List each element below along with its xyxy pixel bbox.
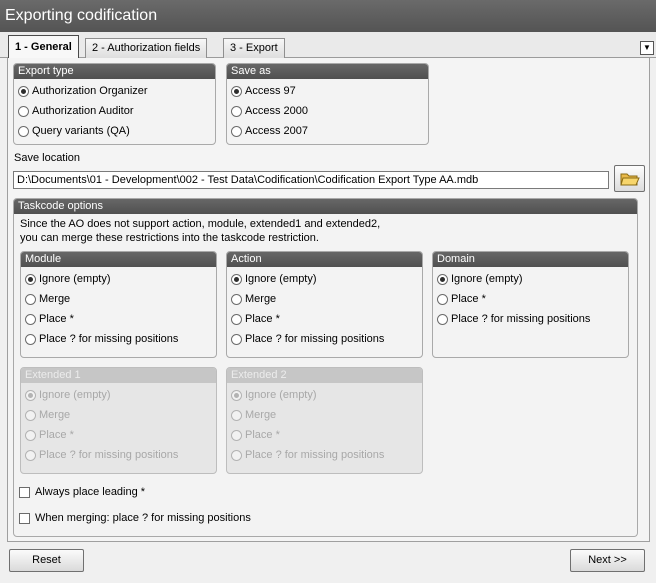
action-place-star[interactable]: Place *: [231, 310, 280, 328]
extended1-group: Extended 1 Ignore (empty) Merge Place * …: [20, 367, 217, 474]
domain-title: Domain: [433, 252, 628, 267]
radio-icon[interactable]: [25, 273, 36, 285]
radio-icon[interactable]: [437, 273, 448, 285]
tab-general[interactable]: 1 - General: [8, 35, 79, 59]
radio-icon[interactable]: [231, 125, 242, 137]
radio-icon[interactable]: [231, 105, 242, 117]
when-merging-checkbox[interactable]: When merging: place ? for missing positi…: [19, 509, 251, 527]
module-place-question[interactable]: Place ? for missing positions: [25, 330, 178, 348]
radio-icon: [231, 409, 242, 421]
export-type-group: Export type Authorization Organizer Auth…: [13, 63, 216, 145]
radio-icon[interactable]: [25, 293, 36, 305]
radio-icon[interactable]: [18, 105, 29, 117]
save-as-access-97[interactable]: Access 97: [231, 82, 296, 100]
export-type-authorization-auditor[interactable]: Authorization Auditor: [18, 102, 134, 120]
radio-icon[interactable]: [25, 333, 36, 345]
radio-icon[interactable]: [231, 293, 242, 305]
domain-place-question[interactable]: Place ? for missing positions: [437, 310, 590, 328]
save-as-group: Save as Access 97 Access 2000 Access 200…: [226, 63, 429, 145]
browse-button[interactable]: [614, 165, 645, 192]
extended1-title: Extended 1: [21, 368, 216, 383]
taskcode-options-group: Taskcode options Since the AO does not s…: [13, 198, 638, 537]
chevron-down-icon[interactable]: ▼: [640, 41, 654, 55]
taskcode-description-line2: you can merge these restrictions into th…: [20, 232, 319, 244]
extended2-merge: Merge: [231, 406, 276, 424]
action-merge[interactable]: Merge: [231, 290, 276, 308]
radio-icon: [25, 389, 36, 401]
always-place-leading-checkbox[interactable]: Always place leading *: [19, 483, 145, 501]
action-group: Action Ignore (empty) Merge Place * Plac…: [226, 251, 423, 358]
radio-icon: [25, 429, 36, 441]
radio-icon: [25, 449, 36, 461]
module-group: Module Ignore (empty) Merge Place * Plac…: [20, 251, 217, 358]
radio-icon: [231, 449, 242, 461]
save-as-access-2007[interactable]: Access 2007: [231, 122, 308, 140]
action-ignore[interactable]: Ignore (empty): [231, 270, 317, 288]
tab-authorization-fields[interactable]: 2 - Authorization fields: [85, 38, 208, 58]
window-title: Exporting codification: [0, 0, 656, 32]
taskcode-description-line1: Since the AO does not support action, mo…: [20, 218, 381, 230]
export-type-authorization-organizer[interactable]: Authorization Organizer: [18, 82, 148, 100]
extended1-merge: Merge: [25, 406, 70, 424]
taskcode-options-title: Taskcode options: [14, 199, 637, 214]
action-place-question[interactable]: Place ? for missing positions: [231, 330, 384, 348]
export-type-query-variants[interactable]: Query variants (QA): [18, 122, 130, 140]
extended2-ignore: Ignore (empty): [231, 386, 317, 404]
extended1-place-star: Place *: [25, 426, 74, 444]
module-merge[interactable]: Merge: [25, 290, 70, 308]
action-title: Action: [227, 252, 422, 267]
extended2-title: Extended 2: [227, 368, 422, 383]
domain-group: Domain Ignore (empty) Place * Place ? fo…: [432, 251, 629, 358]
module-title: Module: [21, 252, 216, 267]
extended2-place-question: Place ? for missing positions: [231, 446, 384, 464]
save-as-title: Save as: [227, 64, 428, 79]
tab-strip: 1 - General 2 - Authorization fields 3 -…: [0, 32, 656, 59]
folder-open-icon: [619, 173, 640, 185]
export-type-title: Export type: [14, 64, 215, 79]
radio-icon: [231, 429, 242, 441]
module-place-star[interactable]: Place *: [25, 310, 74, 328]
save-location-label: Save location: [14, 152, 81, 164]
extended1-place-question: Place ? for missing positions: [25, 446, 178, 464]
domain-place-star[interactable]: Place *: [437, 290, 486, 308]
reset-button[interactable]: Reset: [9, 549, 84, 572]
domain-ignore[interactable]: Ignore (empty): [437, 270, 523, 288]
radio-icon[interactable]: [437, 313, 448, 325]
save-as-access-2000[interactable]: Access 2000: [231, 102, 308, 120]
radio-icon: [25, 409, 36, 421]
radio-icon: [231, 389, 242, 401]
checkbox-icon[interactable]: [19, 486, 30, 498]
radio-icon[interactable]: [231, 85, 242, 97]
radio-icon[interactable]: [231, 333, 242, 345]
radio-icon[interactable]: [18, 125, 29, 137]
radio-icon[interactable]: [231, 273, 242, 285]
radio-icon[interactable]: [231, 313, 242, 325]
save-location-input[interactable]: D:\Documents\01 - Development\002 - Test…: [13, 171, 609, 189]
extended2-group: Extended 2 Ignore (empty) Merge Place * …: [226, 367, 423, 474]
next-button[interactable]: Next >>: [570, 549, 645, 572]
tab-export[interactable]: 3 - Export: [223, 38, 285, 58]
radio-icon[interactable]: [18, 85, 29, 97]
module-ignore[interactable]: Ignore (empty): [25, 270, 111, 288]
extended2-place-star: Place *: [231, 426, 280, 444]
extended1-ignore: Ignore (empty): [25, 386, 111, 404]
radio-icon[interactable]: [437, 293, 448, 305]
radio-icon[interactable]: [25, 313, 36, 325]
checkbox-icon[interactable]: [19, 512, 30, 524]
